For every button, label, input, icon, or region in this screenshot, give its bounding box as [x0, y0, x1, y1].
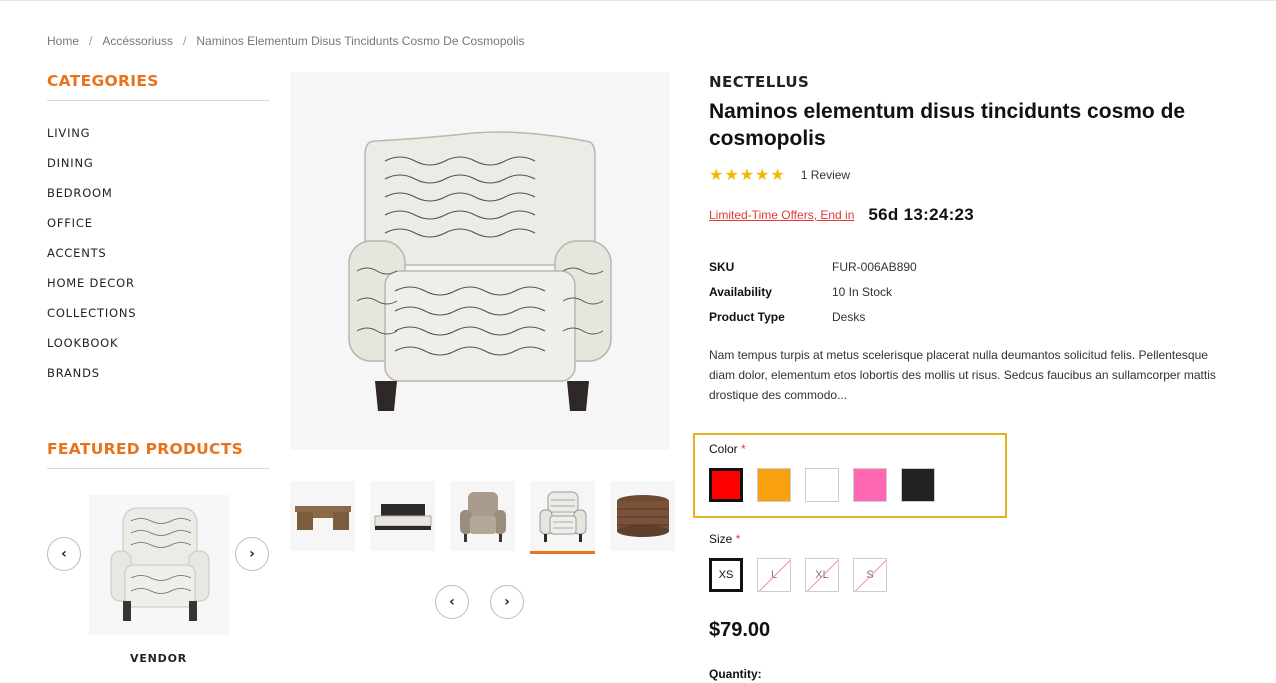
thumbnail-desk[interactable] — [290, 481, 355, 551]
size-option-xs[interactable]: XS — [709, 558, 743, 592]
breadcrumb: Home / Accéssoriuss / Naminos Elementum … — [47, 34, 525, 48]
spec-row-availability: Availability 10 In Stock — [709, 280, 1229, 305]
featured-title: FEATURED PRODUCTS — [47, 440, 270, 469]
category-item-brands[interactable]: BRANDS — [47, 358, 270, 388]
limited-offer: Limited-Time Offers, End in 56d 13:24:23 — [709, 205, 1229, 225]
breadcrumb-separator: / — [183, 34, 187, 48]
color-label-text: Color — [709, 442, 738, 456]
countdown-timer: 56d 13:24:23 — [868, 205, 975, 224]
featured-product-vendor: VENDOR — [130, 652, 187, 665]
breadcrumb-accessories[interactable]: Accéssoriuss — [102, 34, 173, 48]
chevron-left-icon: ‹ — [449, 594, 455, 610]
star-icon: ★ — [770, 165, 785, 184]
chevron-right-icon: › — [504, 594, 510, 610]
product-title: Naminos elementum disus tincidunts cosmo… — [709, 100, 1186, 150]
color-swatch-black[interactable] — [901, 468, 935, 502]
category-item-office[interactable]: OFFICE — [47, 208, 270, 238]
size-options: XS L XL S — [709, 558, 887, 592]
category-item-collections[interactable]: COLLECTIONS — [47, 298, 270, 328]
thumbnail-strip — [290, 481, 675, 554]
star-icon: ★ — [724, 165, 739, 184]
featured-product-card: ‹ › VENDOR — [47, 495, 270, 675]
star-icon: ★ — [739, 165, 755, 184]
offer-text: Limited-Time Offers, End in — [709, 208, 855, 222]
categories-title: CATEGORIES — [47, 72, 270, 101]
spec-value: FUR-006AB890 — [832, 260, 917, 274]
review-count[interactable]: 1 Review — [801, 168, 850, 182]
product-description: Nam tempus turpis at metus scelerisque p… — [709, 348, 1216, 402]
color-label: Color * — [709, 442, 746, 456]
featured-product-image[interactable] — [89, 495, 230, 635]
spec-row-sku: SKU FUR-006AB890 — [709, 255, 1229, 280]
size-label: Size * — [709, 532, 740, 546]
thumbnail-bed[interactable] — [370, 481, 435, 551]
size-option-l[interactable]: L — [757, 558, 791, 592]
color-swatch-red[interactable] — [709, 468, 743, 502]
required-marker: * — [735, 532, 741, 546]
category-item-bedroom[interactable]: BEDROOM — [47, 178, 270, 208]
star-icon: ★ — [755, 165, 770, 184]
wicker-ottoman-image — [616, 495, 669, 537]
category-list: LIVING DINING BEDROOM OFFICE ACCENTS HOM… — [47, 118, 270, 388]
color-swatch-orange[interactable] — [757, 468, 791, 502]
size-label-text: Size — [709, 532, 733, 546]
quantity-label: Quantity: — [709, 667, 762, 681]
thumbnail-beige-armchair[interactable] — [450, 481, 515, 551]
size-option-s[interactable]: S — [853, 558, 887, 592]
product-vendor[interactable]: NECTELLUS — [709, 73, 1229, 91]
breadcrumb-separator: / — [89, 34, 93, 48]
gallery-prev-button[interactable]: ‹ — [435, 585, 469, 619]
product-rating[interactable]: ★ ★ ★ ★ ★ 1 Review — [709, 167, 1229, 183]
category-item-lookbook[interactable]: LOOKBOOK — [47, 328, 270, 358]
sidebar: CATEGORIES LIVING DINING BEDROOM OFFICE … — [47, 72, 270, 665]
thumbnail-script-armchair[interactable] — [530, 481, 595, 554]
category-item-accents[interactable]: ACCENTS — [47, 238, 270, 268]
spec-value: 10 In Stock — [832, 285, 893, 299]
armchair-image — [110, 507, 209, 621]
thumbnail-wicker-ottoman[interactable] — [610, 481, 675, 551]
beige-armchair-image — [459, 492, 506, 542]
spec-key: Availability — [709, 285, 772, 299]
color-swatch-white[interactable] — [805, 468, 839, 502]
gallery-next-button[interactable]: › — [490, 585, 524, 619]
size-option-xl[interactable]: XL — [805, 558, 839, 592]
featured-products: FEATURED PRODUCTS ‹ › VENDOR — [47, 440, 270, 675]
product-info: NECTELLUS Naminos elementum disus tincid… — [693, 72, 1229, 681]
product-price: $79.00 — [709, 619, 771, 641]
chevron-right-icon: › — [249, 546, 255, 562]
category-item-dining[interactable]: DINING — [47, 148, 270, 178]
category-item-home-decor[interactable]: HOME DECOR — [47, 268, 270, 298]
required-marker: * — [741, 442, 746, 456]
star-icon: ★ — [709, 165, 724, 184]
product-specs: SKU FUR-006AB890 Availability 10 In Stoc… — [709, 255, 1229, 330]
featured-next-button[interactable]: › — [235, 537, 269, 571]
color-swatches — [709, 468, 935, 502]
main-product-image[interactable] — [290, 72, 670, 450]
chevron-left-icon: ‹ — [61, 546, 67, 562]
armchair-image — [348, 131, 612, 411]
featured-prev-button[interactable]: ‹ — [47, 537, 81, 571]
star-rating: ★ ★ ★ ★ ★ — [709, 167, 785, 183]
spec-row-product-type: Product Type Desks — [709, 305, 1229, 330]
armchair-image — [539, 491, 586, 542]
spec-key: Product Type — [709, 310, 785, 324]
color-swatch-pink[interactable] — [853, 468, 887, 502]
bed-image — [374, 504, 431, 530]
top-divider — [0, 0, 1276, 1]
category-item-living[interactable]: LIVING — [47, 118, 270, 148]
desk-image — [294, 506, 351, 530]
spec-value: Desks — [832, 310, 866, 324]
breadcrumb-current: Naminos Elementum Disus Tincidunts Cosmo… — [196, 34, 525, 48]
spec-key: SKU — [709, 260, 735, 274]
breadcrumb-home[interactable]: Home — [47, 34, 79, 48]
